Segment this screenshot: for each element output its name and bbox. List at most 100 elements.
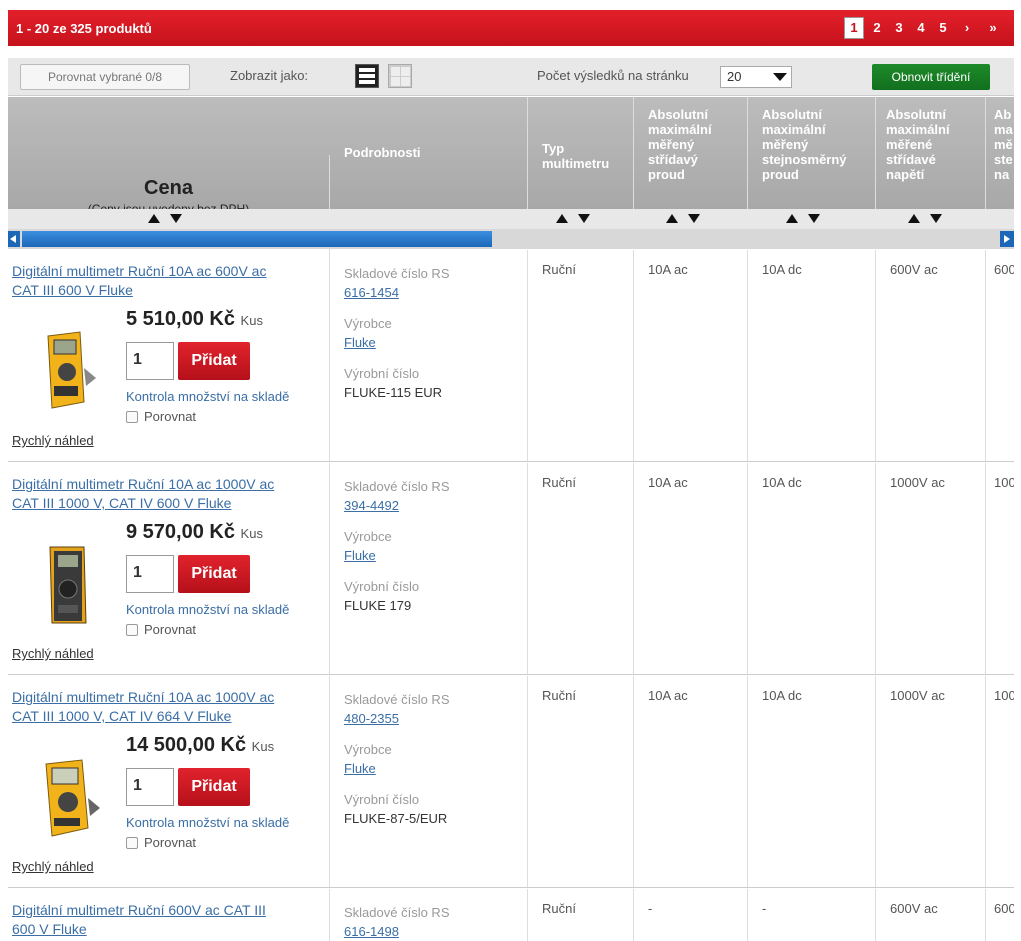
ac-current-cell: 10A ac	[634, 250, 748, 461]
stock-check-link[interactable]: Kontrola množství na skladě	[126, 815, 289, 830]
page-5-link[interactable]: 5	[932, 16, 954, 40]
stock-number-link[interactable]: 616-1454	[344, 285, 399, 300]
per-page-select[interactable]: 20	[720, 66, 792, 88]
last-page-link[interactable]: »	[980, 16, 1006, 40]
cell-value: Ruční	[542, 262, 576, 277]
product-title-link[interactable]: Digitální multimetr Ruční 600V ac CAT II…	[12, 901, 322, 939]
quick-view-link[interactable]: Rychlý náhled	[12, 859, 94, 874]
product-image[interactable]	[30, 328, 106, 416]
list-view-icon[interactable]	[355, 64, 379, 88]
refresh-sort-button[interactable]: Obnovit třídění	[872, 64, 990, 90]
cell-value: 600	[994, 901, 1014, 916]
header-line: na	[994, 167, 1010, 182]
stock-check-link[interactable]: Kontrola množství na skladě	[126, 602, 289, 617]
product-title-link[interactable]: Digitální multimetr Ruční 10A ac 600V ac…	[12, 262, 322, 300]
header-line: maximální	[648, 122, 712, 137]
column-header-ac-current: Absolutní maximální měřený střídavý prou…	[634, 97, 748, 209]
next-page-link[interactable]: ›	[954, 16, 980, 40]
view-as-label: Zobrazit jako:	[230, 68, 309, 83]
quantity-input[interactable]: 1	[126, 555, 174, 593]
header-line: maximální	[886, 122, 950, 137]
product-title-link[interactable]: Digitální multimetr Ruční 10A ac 1000V a…	[12, 475, 322, 513]
cell-value: 100	[994, 475, 1014, 490]
scroll-right-icon[interactable]	[1000, 231, 1014, 247]
scroll-left-icon[interactable]	[8, 231, 20, 247]
product-title-link[interactable]: Digitální multimetr Ruční 10A ac 1000V a…	[12, 688, 322, 726]
ac-voltage-cell: 1000V ac	[876, 463, 986, 674]
page-1-current[interactable]: 1	[844, 17, 864, 39]
cell-value: 600V ac	[890, 901, 938, 916]
cell-value: 10A ac	[648, 475, 688, 490]
price-cell: Digitální multimetr Ruční 10A ac 1000V a…	[8, 676, 330, 887]
sort-descending-icon[interactable]	[688, 214, 700, 223]
table-row: Digitální multimetr Ruční 600V ac CAT II…	[8, 889, 1014, 941]
quick-view-link[interactable]: Rychlý náhled	[12, 433, 94, 448]
add-to-cart-button[interactable]: Přidat	[178, 555, 250, 593]
cell-value: 1000V ac	[890, 475, 945, 490]
header-line: měřený	[648, 137, 695, 152]
title-line: CAT III 1000 V, CAT IV 600 V Fluke	[12, 495, 232, 511]
dc-voltage-cell: 600	[986, 250, 1014, 461]
price-value: 5 510,00 Kč	[126, 308, 235, 330]
sort-descending-icon[interactable]	[170, 214, 182, 223]
page-4-link[interactable]: 4	[910, 16, 932, 40]
cell-value: 100	[994, 688, 1014, 703]
quantity-input[interactable]: 1	[126, 342, 174, 380]
compare-label: Porovnat	[144, 409, 197, 424]
stock-number-label: Skladové číslo RS	[344, 266, 450, 281]
sort-price	[148, 214, 184, 224]
add-to-cart-button[interactable]: Přidat	[178, 768, 250, 806]
manufacturer-number-label: Výrobní číslo	[344, 366, 420, 381]
details-cell: Skladové číslo RS 616-1498	[330, 889, 528, 941]
quantity-input[interactable]: 1	[126, 768, 174, 806]
compare-checkbox[interactable]: Porovnat	[126, 622, 196, 637]
sort-descending-icon[interactable]	[578, 214, 590, 223]
price-unit: Kus	[251, 739, 275, 754]
stock-check-link[interactable]: Kontrola množství na skladě	[126, 389, 289, 404]
product-image[interactable]	[30, 541, 106, 629]
quick-view-link[interactable]: Rychlý náhled	[12, 646, 94, 661]
scrollbar-thumb[interactable]	[22, 231, 492, 247]
ac-voltage-cell: 1000V ac	[876, 676, 986, 887]
grid-view-icon[interactable]	[388, 64, 412, 88]
page-3-link[interactable]: 3	[888, 16, 910, 40]
per-page-value: 20	[727, 69, 742, 84]
header-line: napětí	[886, 167, 925, 182]
header-line: proud	[648, 167, 685, 182]
sort-descending-icon[interactable]	[808, 214, 820, 223]
product-image[interactable]	[30, 754, 106, 842]
compare-selected-button[interactable]: Porovnat vybrané 0/8	[20, 64, 190, 90]
column-header-details: Podrobnosti	[330, 97, 528, 209]
stock-number-link[interactable]: 480-2355	[344, 711, 399, 726]
manufacturer-number: FLUKE 179	[344, 598, 412, 613]
sort-ascending-icon[interactable]	[908, 214, 920, 223]
sort-ascending-icon[interactable]	[786, 214, 798, 223]
sort-ascending-icon[interactable]	[666, 214, 678, 223]
compare-checkbox[interactable]: Porovnat	[126, 835, 196, 850]
column-header-multimeter-type: Typ multimetru	[528, 97, 634, 209]
checkbox-icon[interactable]	[126, 837, 138, 849]
sort-ascending-icon[interactable]	[148, 214, 160, 223]
compare-checkbox[interactable]: Porovnat	[126, 409, 196, 424]
ac-voltage-cell: 600V ac	[876, 889, 986, 941]
manufacturer-link[interactable]: Fluke	[344, 761, 376, 776]
header-line: stejnosměrný	[762, 152, 847, 167]
header-line: proud	[762, 167, 799, 182]
manufacturer-label: Výrobce	[344, 316, 392, 331]
cell-value: -	[762, 901, 767, 916]
manufacturer-link[interactable]: Fluke	[344, 335, 376, 350]
manufacturer-link[interactable]: Fluke	[344, 548, 376, 563]
add-to-cart-button[interactable]: Přidat	[178, 342, 250, 380]
horizontal-scrollbar[interactable]	[8, 229, 1014, 249]
sort-ascending-icon[interactable]	[556, 214, 568, 223]
sort-descending-icon[interactable]	[930, 214, 942, 223]
table-row: Digitální multimetr Ruční 10A ac 1000V a…	[8, 463, 1014, 675]
page-2-link[interactable]: 2	[866, 16, 888, 40]
header-line: mě	[994, 137, 1013, 152]
checkbox-icon[interactable]	[126, 624, 138, 636]
header-line: ma	[994, 122, 1013, 137]
price-unit: Kus	[240, 313, 263, 328]
stock-number-link[interactable]: 394-4492	[344, 498, 399, 513]
stock-number-link[interactable]: 616-1498	[344, 924, 399, 939]
checkbox-icon[interactable]	[126, 411, 138, 423]
